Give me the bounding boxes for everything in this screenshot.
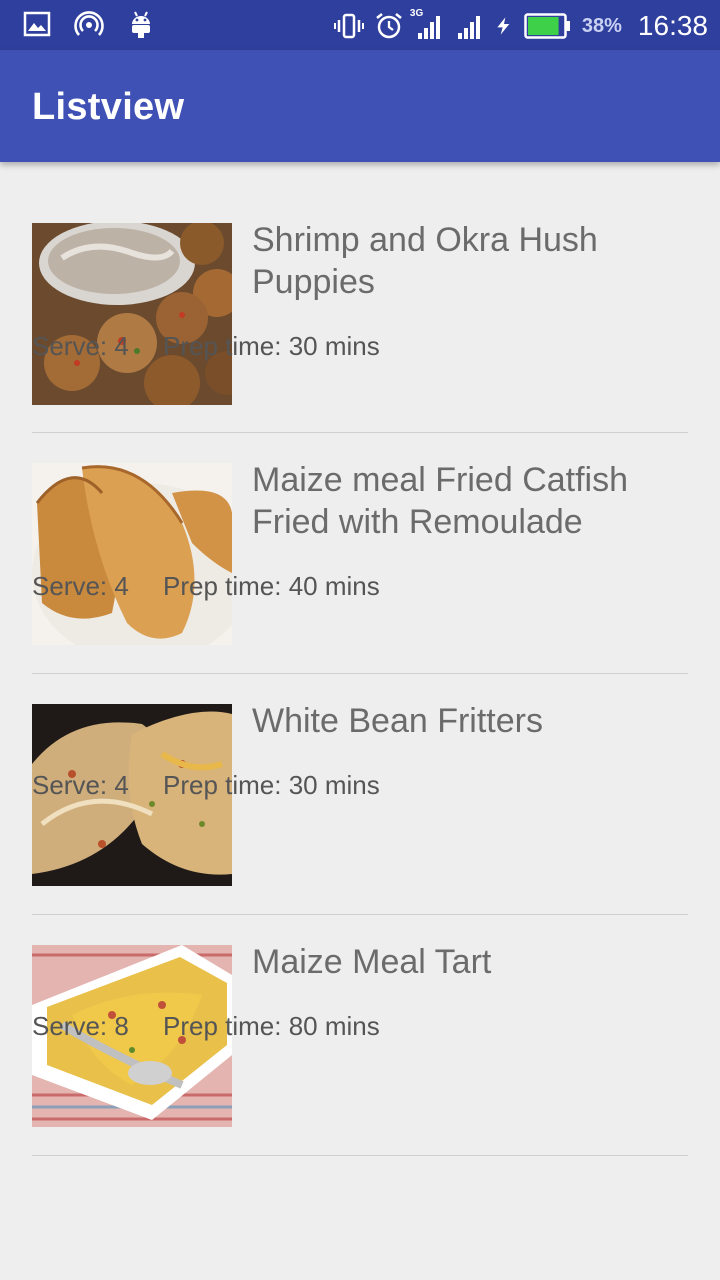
status-bar-left: [22, 9, 156, 39]
network-type-label: 3G: [409, 8, 424, 19]
android-icon: [126, 9, 156, 39]
prep-time-text: Prep time: 30 mins: [163, 331, 380, 361]
app-bar: Listview: [0, 50, 720, 162]
page-title: Listview: [32, 86, 185, 128]
image-icon: [22, 9, 52, 39]
recipe-list[interactable]: Shrimp and Okra Hush Puppies Serve: 4 Pr…: [32, 193, 688, 1156]
serve-text: Serve: 8: [32, 1011, 129, 1041]
list-item[interactable]: Shrimp and Okra Hush Puppies Serve: 4 Pr…: [32, 193, 688, 433]
battery-percent: 38%: [581, 14, 622, 37]
signal-icon: [454, 11, 484, 41]
list-item[interactable]: White Bean Fritters Serve: 4 Prep time: …: [32, 674, 688, 915]
prep-time-text: Prep time: 30 mins: [163, 770, 380, 800]
list-item[interactable]: Maize meal Fried Catfish Fried with Remo…: [32, 433, 688, 674]
charging-icon: [494, 11, 514, 41]
recipe-name: Maize meal Fried Catfish Fried with Remo…: [252, 461, 629, 541]
recipe-name: Maize Meal Tart: [252, 943, 492, 981]
prep-time-text: Prep time: 40 mins: [163, 571, 380, 601]
hotspot-icon: [74, 9, 104, 39]
battery-icon: [524, 13, 572, 39]
status-bar-right: 3G 38% 16:38: [333, 6, 708, 46]
clock: 16:38: [637, 10, 708, 41]
serve-text: Serve: 4: [32, 571, 129, 601]
recipe-name: White Bean Fritters: [252, 702, 543, 740]
hush-puppies-photo: [32, 223, 232, 405]
fried-pastry-photo: [32, 463, 232, 645]
recipe-name: Shrimp and Okra Hush Puppies: [252, 221, 598, 301]
vibrate-icon: [333, 11, 364, 41]
serve-text: Serve: 4: [32, 770, 129, 800]
serve-text: Serve: 4: [32, 331, 129, 361]
alarm-icon: [374, 11, 404, 41]
prep-time-text: Prep time: 80 mins: [163, 1011, 380, 1041]
list-item[interactable]: Maize Meal Tart Serve: 8 Prep time: 80 m…: [32, 915, 688, 1156]
status-bar: 3G 38% 16:38: [0, 0, 720, 50]
signal-3g-icon: 3G: [410, 8, 444, 41]
